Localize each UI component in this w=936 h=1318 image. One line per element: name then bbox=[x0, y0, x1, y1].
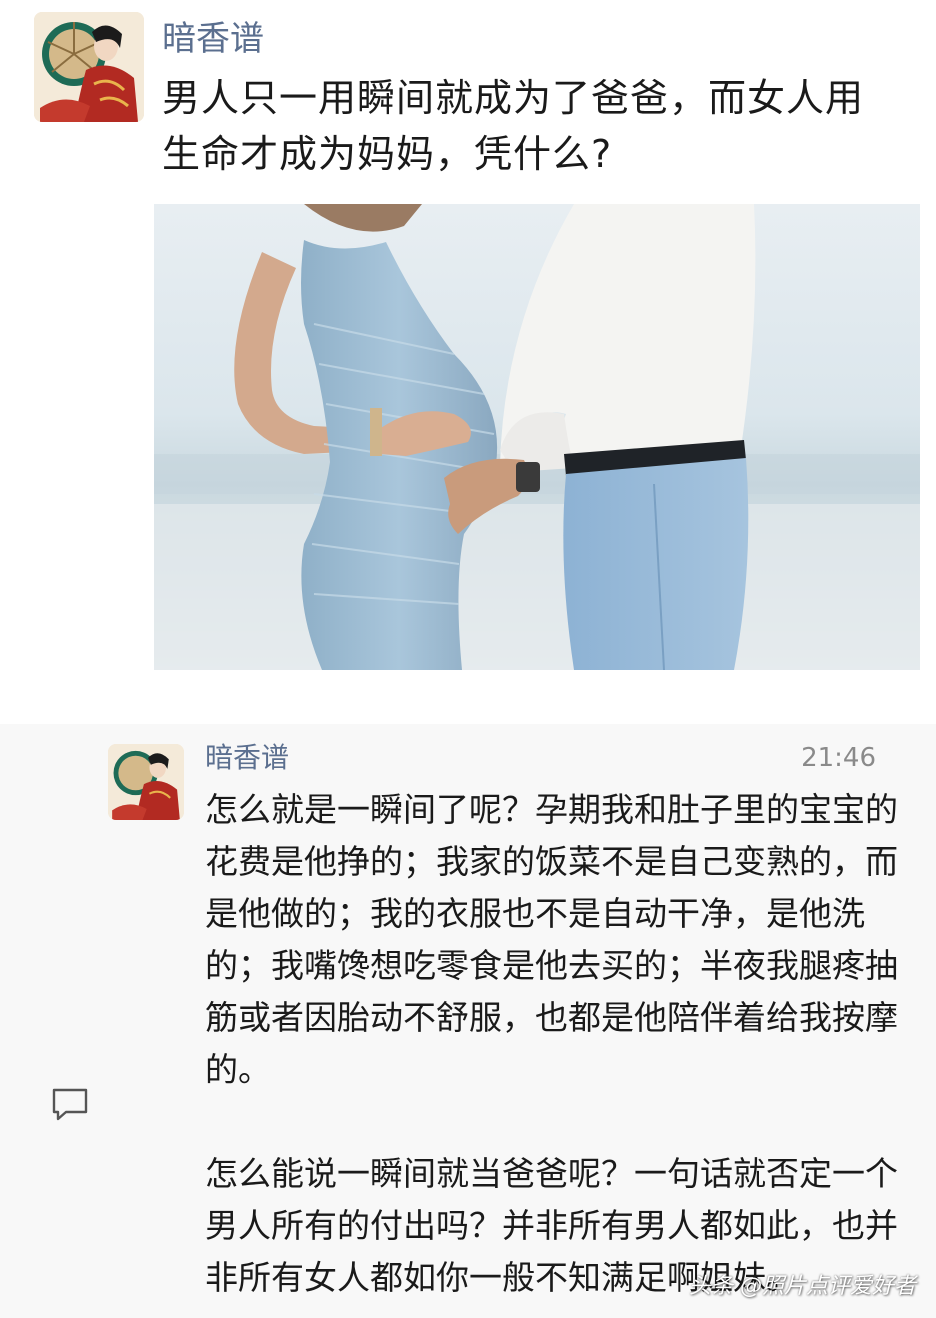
post-author-name[interactable]: 暗香谱 bbox=[162, 14, 264, 64]
comment-bubble-icon[interactable] bbox=[50, 1086, 90, 1122]
comment-text: 怎么就是一瞬间了呢？孕期我和肚子里的宝宝的花费是他挣的；我家的饭菜不是自己变熟的… bbox=[205, 784, 917, 1304]
comment-paragraph: 怎么就是一瞬间了呢？孕期我和肚子里的宝宝的花费是他挣的；我家的饭菜不是自己变熟的… bbox=[205, 790, 898, 1089]
commenter-avatar[interactable] bbox=[108, 744, 184, 820]
comment-timestamp: 21:46 bbox=[801, 743, 876, 773]
comment-author-name[interactable]: 暗香谱 bbox=[205, 738, 289, 778]
original-post: 暗香谱 男人只一用瞬间就成为了爸爸，而女人用生命才成为妈妈，凭什么? bbox=[0, 0, 936, 700]
watermark: 头条 @照片点评爱好者 bbox=[689, 1274, 916, 1299]
author-avatar[interactable] bbox=[34, 12, 144, 122]
comment-item: 暗香谱 21:46 怎么就是一瞬间了呢？孕期我和肚子里的宝宝的花费是他挣的；我家… bbox=[0, 724, 936, 1318]
post-text: 男人只一用瞬间就成为了爸爸，而女人用生命才成为妈妈，凭什么? bbox=[162, 76, 865, 176]
pregnant-couple-photo[interactable] bbox=[154, 204, 920, 670]
